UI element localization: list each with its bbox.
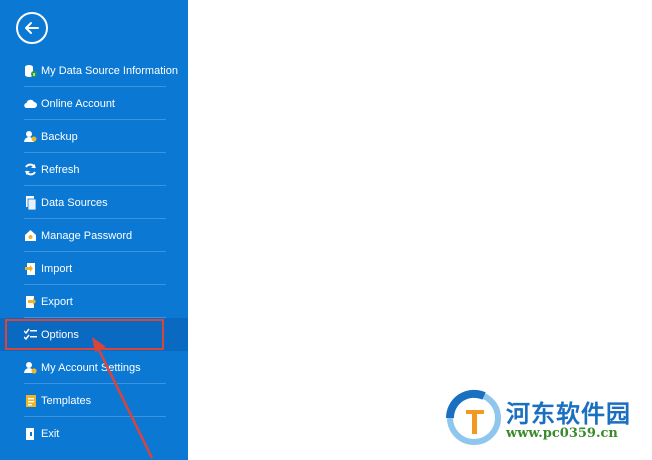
menu-item-online-account[interactable]: Online Account	[0, 87, 188, 120]
menu-item-label: My Data Source Information	[41, 64, 178, 77]
templates-icon	[24, 394, 37, 408]
exit-icon	[24, 427, 37, 441]
menu-item-data-sources[interactable]: Data Sources	[0, 186, 188, 219]
watermark-logo-icon	[445, 389, 501, 445]
menu-item-label: Options	[41, 328, 79, 341]
menu-item-label: Import	[41, 262, 73, 275]
menu-item-exit[interactable]: Exit	[0, 417, 188, 450]
watermark-title: 河东软件园	[506, 399, 631, 428]
menu-item-label: Refresh	[41, 163, 80, 176]
menu-item-my-account-settings[interactable]: My Account Settings	[0, 351, 188, 384]
menu-item-options[interactable]: Options	[0, 318, 188, 351]
menu-item-label: Backup	[41, 130, 78, 143]
cloud-icon	[24, 97, 37, 111]
menu-item-label: Templates	[41, 394, 92, 407]
menu-item-backup[interactable]: Backup	[0, 120, 188, 153]
backstage-menu: My Data Source Information Online Accoun…	[0, 54, 188, 450]
menu-item-label: Export	[41, 295, 73, 308]
menu-item-label: Online Account	[41, 97, 115, 110]
menu-item-export[interactable]: Export	[0, 285, 188, 318]
watermark-url: www.pc0359.cn	[506, 426, 618, 441]
back-button[interactable]	[16, 12, 48, 44]
menu-item-label: My Account Settings	[41, 361, 141, 374]
password-icon	[24, 229, 37, 243]
options-checklist-icon	[24, 328, 37, 342]
refresh-icon	[24, 163, 37, 177]
menu-item-label: Exit	[41, 427, 60, 440]
database-info-icon	[24, 64, 37, 78]
import-icon	[24, 262, 37, 276]
menu-item-templates[interactable]: Templates	[0, 384, 188, 417]
menu-item-manage-password[interactable]: Manage Password	[0, 219, 188, 252]
export-icon	[24, 295, 37, 309]
menu-item-refresh[interactable]: Refresh	[0, 153, 188, 186]
data-sources-icon	[24, 195, 37, 210]
menu-item-label: Data Sources	[41, 196, 108, 209]
watermark: 河东软件园 www.pc0359.cn	[444, 388, 650, 448]
menu-item-label: Manage Password	[41, 229, 133, 242]
menu-item-import[interactable]: Import	[0, 252, 188, 285]
menu-item-my-data-source-information[interactable]: My Data Source Information	[0, 54, 188, 87]
back-arrow-icon	[25, 22, 39, 34]
backup-users-icon	[24, 130, 37, 144]
account-settings-icon	[24, 361, 37, 375]
sidebar: My Data Source Information Online Accoun…	[0, 0, 188, 460]
